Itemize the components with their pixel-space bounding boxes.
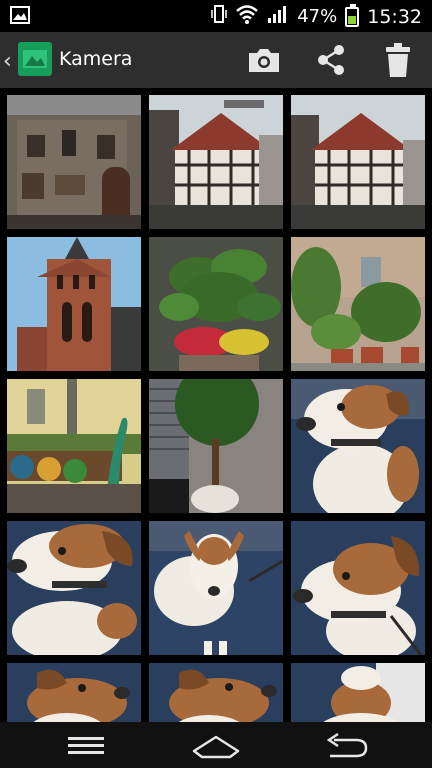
photo-topiary-tree[interactable] <box>149 379 283 513</box>
photo-garden-plants-wall[interactable] <box>291 237 425 371</box>
photo-dog-standing[interactable] <box>149 521 283 655</box>
status-time: 15:32 <box>367 5 422 28</box>
gallery-app-icon[interactable] <box>18 42 52 76</box>
camera-icon[interactable] <box>244 40 284 80</box>
share-icon[interactable] <box>311 40 351 80</box>
photo-dog-close-up[interactable] <box>291 521 425 655</box>
photo-brick-church-tower[interactable] <box>7 237 141 371</box>
photo-yellow-house-decoration[interactable] <box>7 379 141 513</box>
photo-half-timbered-house[interactable] <box>149 95 283 229</box>
signal-icon <box>267 4 289 29</box>
battery-icon <box>345 3 360 27</box>
wifi-icon <box>235 4 259 29</box>
menu-icon[interactable] <box>56 727 116 763</box>
status-bar: 47% 15:32 <box>0 0 432 32</box>
up-chevron-icon[interactable]: ‹ <box>3 49 12 74</box>
photo-dog-portrait[interactable] <box>291 379 425 513</box>
photo-dog-head-3[interactable] <box>291 663 425 722</box>
photo-potted-plant[interactable] <box>149 237 283 371</box>
photo-dog-head-1[interactable] <box>7 663 141 722</box>
photo-stone-building[interactable] <box>7 95 141 229</box>
vibrate-icon <box>211 4 227 29</box>
photo-grid <box>0 88 432 722</box>
photo-half-timbered-house-2[interactable] <box>291 95 425 229</box>
battery-percent: 47% <box>297 6 338 27</box>
photo-dog-head-2[interactable] <box>149 663 283 722</box>
home-icon[interactable] <box>186 727 246 763</box>
trash-icon[interactable] <box>378 40 418 80</box>
gallery-notification-icon <box>10 6 30 28</box>
photo-dog-lying[interactable] <box>7 521 141 655</box>
navigation-bar <box>0 722 432 768</box>
album-title: Kamera <box>59 48 133 70</box>
action-bar: ‹ Kamera <box>0 32 432 88</box>
back-icon[interactable] <box>316 727 376 763</box>
battery-level-fill <box>348 15 357 24</box>
